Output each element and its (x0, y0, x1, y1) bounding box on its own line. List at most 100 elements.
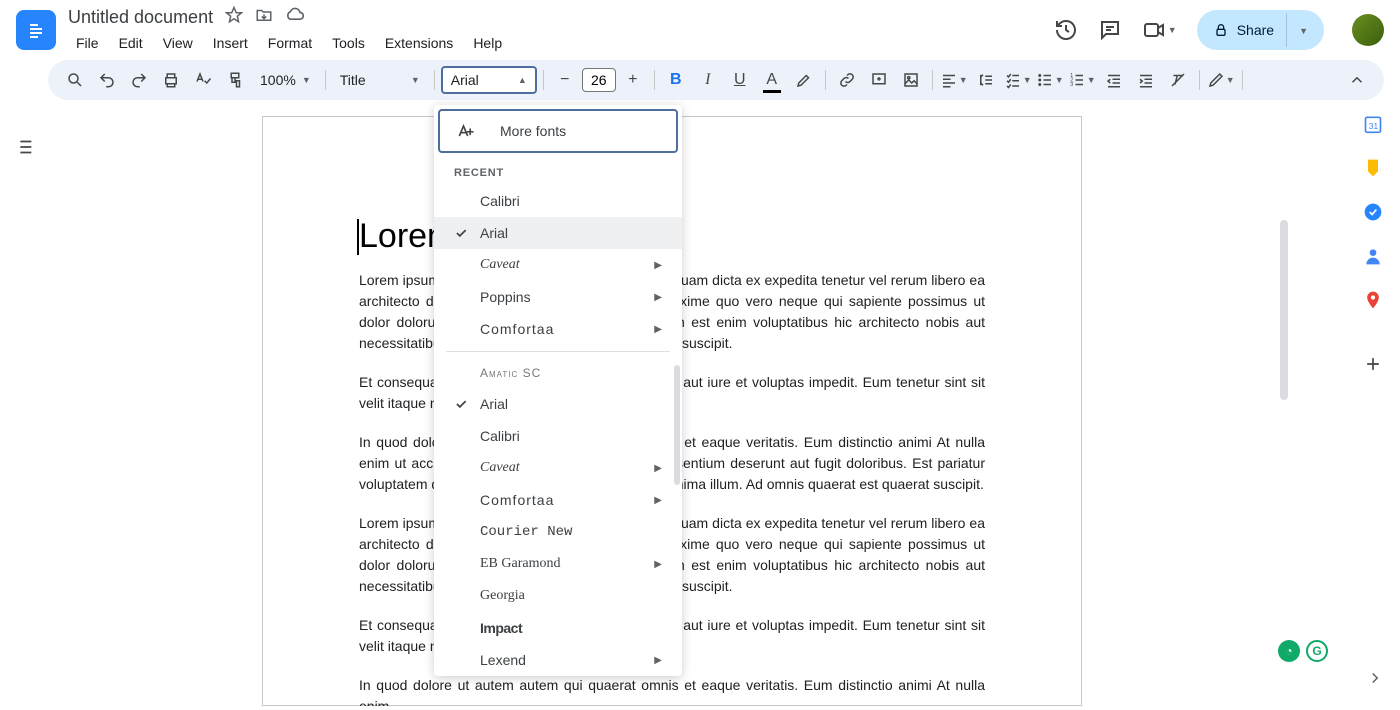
separator (434, 70, 435, 90)
menu-insert[interactable]: Insert (205, 31, 256, 55)
increase-indent-icon[interactable] (1131, 65, 1161, 95)
menu-bar: File Edit View Insert Format Tools Exten… (68, 31, 1054, 55)
increase-font-icon[interactable]: + (618, 65, 648, 95)
outline-icon[interactable] (13, 136, 35, 706)
font-option-amatic-sc[interactable]: Amatic SC (434, 358, 682, 388)
insert-image-icon[interactable] (896, 65, 926, 95)
font-option-calibri[interactable]: Calibri (434, 185, 682, 217)
share-dropdown[interactable]: ▼ (1286, 13, 1316, 47)
undo-icon[interactable] (92, 65, 122, 95)
font-select[interactable]: Arial▲ (441, 66, 537, 94)
font-name-label: Arial (480, 225, 662, 241)
font-option-lexend[interactable]: Lexend▶ (434, 644, 682, 676)
font-name-label: Comfortaa (480, 321, 654, 337)
docs-logo[interactable] (16, 10, 56, 50)
separator (825, 70, 826, 90)
menu-file[interactable]: File (68, 31, 107, 55)
font-name-label: Calibri (480, 193, 662, 209)
insert-comment-icon[interactable] (864, 65, 894, 95)
search-icon[interactable] (60, 65, 90, 95)
font-option-courier-new[interactable]: Courier New (434, 516, 682, 548)
menu-tools[interactable]: Tools (324, 31, 373, 55)
numbered-list-icon[interactable]: 123▼ (1067, 65, 1097, 95)
maps-icon[interactable] (1363, 290, 1383, 310)
italic-button[interactable]: I (693, 65, 723, 95)
more-fonts-button[interactable]: More fonts (438, 109, 678, 153)
star-icon[interactable] (225, 6, 243, 29)
separator (932, 70, 933, 90)
grammarly-badges: ◔ G (1278, 640, 1328, 662)
menu-view[interactable]: View (155, 31, 201, 55)
bulleted-list-icon[interactable]: ▼ (1035, 65, 1065, 95)
font-option-caveat[interactable]: Caveat▶ (434, 452, 682, 484)
decrease-indent-icon[interactable] (1099, 65, 1129, 95)
underline-button[interactable]: U (725, 65, 755, 95)
font-name-label: Courier New (480, 524, 662, 540)
submenu-arrow-icon: ▶ (654, 495, 662, 506)
menu-extensions[interactable]: Extensions (377, 31, 461, 55)
separator (1242, 70, 1243, 90)
comments-icon[interactable] (1098, 18, 1122, 42)
history-icon[interactable] (1054, 18, 1078, 42)
move-icon[interactable] (255, 6, 273, 29)
menu-edit[interactable]: Edit (111, 31, 151, 55)
check-icon (454, 397, 480, 411)
contacts-icon[interactable] (1363, 246, 1383, 266)
add-addon-icon[interactable] (1363, 354, 1383, 374)
font-name-label: Georgia (480, 588, 662, 604)
font-option-impact[interactable]: Impact (434, 612, 682, 644)
font-option-comfortaa[interactable]: Comfortaa▶ (434, 313, 682, 345)
bold-button[interactable]: B (661, 65, 691, 95)
font-option-arial[interactable]: Arial (434, 388, 682, 420)
collapse-toolbar-icon[interactable] (1342, 65, 1372, 95)
font-option-georgia[interactable]: Georgia (434, 580, 682, 612)
font-size-input[interactable] (582, 68, 616, 92)
align-button[interactable]: ▼ (939, 65, 969, 95)
editing-mode-icon[interactable]: ▼ (1206, 65, 1236, 95)
add-font-icon (456, 121, 476, 141)
header-bar: Untitled document File Edit View Insert … (0, 0, 1400, 60)
grammarly-icon[interactable]: G (1306, 640, 1328, 662)
checklist-icon[interactable]: ▼ (1003, 65, 1033, 95)
divider (446, 351, 670, 352)
line-spacing-icon[interactable] (971, 65, 1001, 95)
calendar-icon[interactable]: 31 (1363, 114, 1383, 134)
grammarly-badge[interactable]: ◔ (1278, 640, 1300, 662)
decrease-font-icon[interactable]: − (550, 65, 580, 95)
spellcheck-icon[interactable] (188, 65, 218, 95)
cloud-status-icon[interactable] (285, 5, 305, 30)
print-icon[interactable] (156, 65, 186, 95)
font-option-poppins[interactable]: Poppins▶ (434, 281, 682, 313)
highlight-button[interactable] (789, 65, 819, 95)
recent-section-label: RECENT (434, 157, 682, 185)
font-name-label: Arial (480, 396, 662, 412)
menu-format[interactable]: Format (260, 31, 320, 55)
share-button[interactable]: Share ▼ (1197, 10, 1324, 50)
font-option-calibri[interactable]: Calibri (434, 420, 682, 452)
meet-icon[interactable]: ▼ (1142, 18, 1177, 42)
tasks-icon[interactable] (1363, 202, 1383, 222)
font-option-arial[interactable]: Arial (434, 217, 682, 249)
font-option-eb-garamond[interactable]: EB Garamond▶ (434, 548, 682, 580)
paint-format-icon[interactable] (220, 65, 250, 95)
vertical-scrollbar[interactable] (1280, 220, 1288, 400)
redo-icon[interactable] (124, 65, 154, 95)
font-name-label: EB Garamond (480, 556, 654, 572)
paragraph-style-select[interactable]: Title▼ (332, 72, 428, 88)
menu-scrollbar[interactable] (674, 365, 680, 485)
zoom-value: 100% (260, 72, 296, 88)
font-option-caveat[interactable]: Caveat▶ (434, 249, 682, 281)
font-option-comfortaa[interactable]: Comfortaa▶ (434, 484, 682, 516)
keep-icon[interactable] (1363, 158, 1383, 178)
account-avatar[interactable] (1352, 14, 1384, 46)
more-fonts-label: More fonts (500, 123, 566, 139)
document-title[interactable]: Untitled document (68, 7, 213, 28)
text-color-button[interactable]: A (757, 65, 787, 95)
font-name-label: Impact (480, 620, 662, 636)
hide-side-panel-icon[interactable] (1366, 669, 1384, 692)
menu-help[interactable]: Help (465, 31, 510, 55)
insert-link-icon[interactable] (832, 65, 862, 95)
separator (543, 70, 544, 90)
zoom-select[interactable]: 100%▼ (252, 72, 319, 88)
clear-format-icon[interactable] (1163, 65, 1193, 95)
